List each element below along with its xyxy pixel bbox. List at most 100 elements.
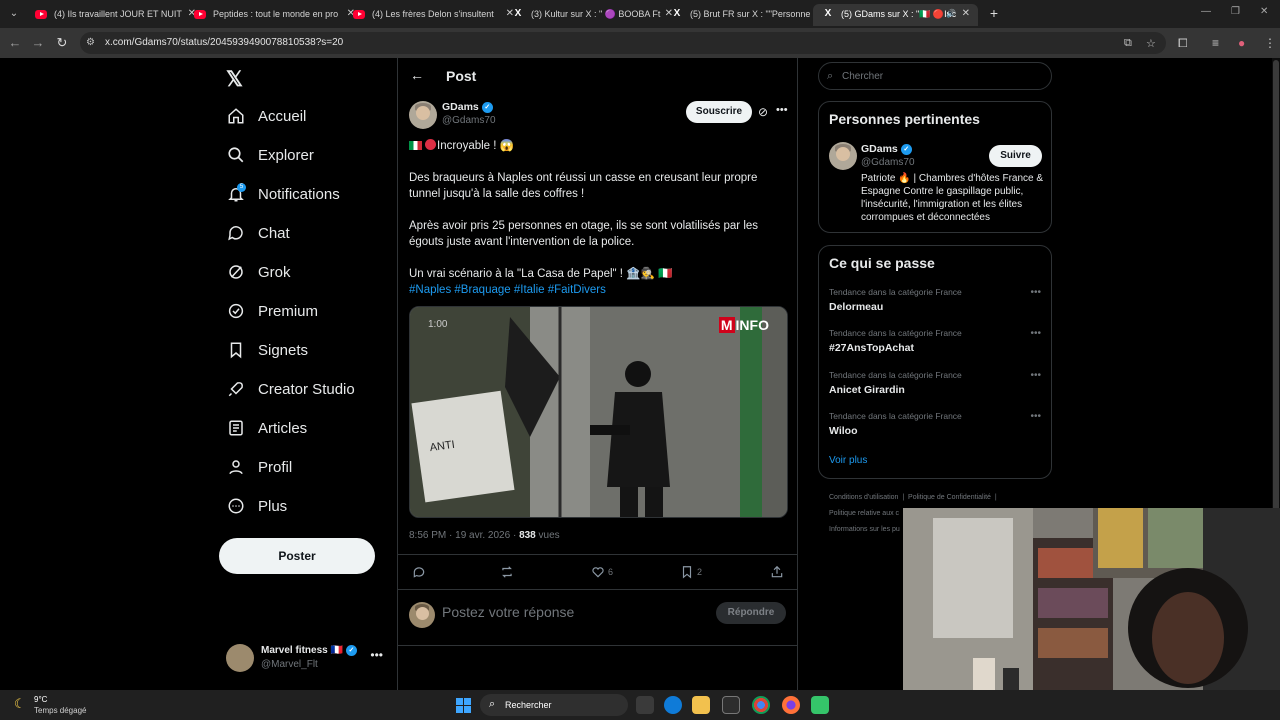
author-handle[interactable]: @Gdams70 [442,115,496,126]
site-info-icon[interactable]: ⚙ [86,37,98,49]
account-switcher[interactable]: Marvel fitness 🇫🇷 ✓ @Marvel_Flt ••• [226,642,388,682]
nav-bookmarks[interactable]: Signets [222,333,308,367]
nav-label: Accueil [258,107,307,125]
more-icon[interactable]: ••• [776,104,788,116]
browser-tab[interactable]: (4) Ils travaillent JOUR ET NUIT ✕ [26,4,204,26]
maximize-icon[interactable]: ❐ [1231,6,1240,17]
nav-home[interactable]: Accueil [222,99,306,133]
post-timestamp[interactable]: 8:56 PM · 19 avr. 2026 · [409,530,519,541]
back-icon[interactable]: ← [6,34,24,52]
grok-icon [222,261,250,283]
more-icon[interactable]: ••• [370,648,383,662]
nav-more[interactable]: Plus [222,489,287,523]
reply-submit-button[interactable]: Répondre [716,602,786,624]
browser-tab[interactable]: (4) Les frères Delon s'insultent ✕ [344,4,522,26]
tab-title: (5) Brut FR sur X : ""Personne n [690,9,818,19]
reply-input[interactable]: Postez votre réponse [442,604,574,620]
ads-info-link[interactable]: Informations sur les pu [829,526,900,533]
search-input[interactable]: ⌕ Chercher [818,62,1052,90]
taskbar-search-label: Rechercher [505,700,552,710]
see-more-link[interactable]: Voir plus [829,455,867,466]
post-hashtags[interactable]: #Naples #Braquage #Italie #FaitDivers [409,282,779,298]
browser-menu-icon[interactable]: ⋮ [1264,36,1276,50]
install-app-icon[interactable]: ⧉ [1124,37,1132,50]
weather-description[interactable]: Temps dégagé [34,706,86,715]
trend-item[interactable]: Tendance dans la catégorie France Anicet… [829,370,1043,404]
tab-close-icon[interactable]: ✕ [962,4,970,24]
author-avatar[interactable] [409,101,437,129]
tab-search-button[interactable]: ⌄ [5,5,23,23]
trend-item[interactable]: Tendance dans la catégorie France #27Ans… [829,328,1043,362]
firefox-icon[interactable] [782,696,800,714]
nav-profile[interactable]: Profil [222,450,292,484]
taskbar-search[interactable]: ⌕ Rechercher [480,694,628,716]
panel-title: Ce qui se passe [829,255,935,271]
reply-button[interactable] [412,565,429,579]
privacy-link[interactable]: Politique de Confidentialité [908,494,991,501]
edge-icon[interactable] [664,696,682,714]
forward-icon[interactable]: → [29,34,47,52]
reload-icon[interactable]: ↻ [53,34,71,52]
panel-title: Personnes pertinentes [829,111,980,127]
moon-weather-icon[interactable]: ☾ [14,696,26,712]
nav-notifications[interactable]: 5 Notifications [222,177,340,211]
bookmark-star-icon[interactable]: ☆ [1146,37,1156,50]
windows-start-icon[interactable] [456,698,471,713]
post-button[interactable]: Poster [219,538,375,574]
reply-icon [413,567,425,578]
nav-articles[interactable]: Articles [222,411,307,445]
minimize-icon[interactable]: — [1201,6,1211,17]
like-button[interactable]: 6 [591,565,613,579]
speaker-icon[interactable]: 🔊 [946,4,956,24]
weather-temperature[interactable]: 9°C [34,695,47,704]
chrome-icon[interactable] [752,696,770,714]
nav-grok[interactable]: Grok [222,255,291,289]
trends-panel: Ce qui se passe Tendance dans la catégor… [818,245,1052,479]
tab-title: (4) Les frères Delon s'insultent [372,9,494,19]
browser-tab-active[interactable]: X (5) GDams sur X : "🇮🇹 🔴Inc 🔊 ✕ [813,4,978,26]
cookies-link[interactable]: Politique relative aux c [829,510,899,517]
extensions-icon[interactable]: ⧠ [1178,36,1188,51]
file-explorer-icon[interactable] [692,696,710,714]
trend-item[interactable]: Tendance dans la catégorie France Delorm… [829,287,1043,321]
author-name[interactable]: GDams ✓ [442,101,493,113]
subscribe-button[interactable]: Souscrire [686,101,752,123]
follow-button[interactable]: Suivre [989,145,1042,167]
nav-creator-studio[interactable]: Creator Studio [222,372,355,406]
avatar[interactable] [829,142,857,170]
browser-tab[interactable]: X (3) Kultur sur X : " 🟣 BOOBA Ft ✕ [503,4,681,26]
media-control-icon[interactable]: ≡ [1212,36,1219,50]
url-text[interactable]: x.com/Gdams70/status/2045939490078810538… [105,37,343,48]
nav-premium[interactable]: Premium [222,294,318,328]
task-view-icon[interactable] [636,696,654,714]
store-icon[interactable] [722,696,740,714]
post-video[interactable]: ANTI 1:00 M INFO [409,306,788,518]
terms-link[interactable]: Conditions d'utilisation [829,494,898,501]
address-bar[interactable]: ⚙ x.com/Gdams70/status/20459394900788105… [80,32,1166,54]
new-tab-button[interactable]: + [984,4,1004,24]
nav-chat[interactable]: Chat [222,216,290,250]
relevant-name[interactable]: GDams ✓ [861,143,912,155]
more-icon[interactable]: ••• [1030,328,1041,339]
browser-tab[interactable]: Peptides : tout le monde en pro ✕ [185,4,363,26]
bookmark-button[interactable]: 2 [680,565,702,579]
share-button[interactable] [770,565,787,579]
relevant-handle[interactable]: @Gdams70 [861,157,915,168]
more-icon[interactable]: ••• [1030,287,1041,298]
notification-badge: 5 [237,183,246,192]
post-meta: 8:56 PM · 19 avr. 2026 · 838 vues [409,530,560,541]
more-icon[interactable]: ••• [1030,370,1041,381]
windows-taskbar: ☾ 9°C Temps dégagé ⌕ Rechercher [0,690,1280,720]
trend-item[interactable]: Tendance dans la catégorie France Wiloo … [829,411,1043,445]
profile-avatar-icon[interactable]: ● [1238,36,1245,50]
more-icon[interactable]: ••• [1030,411,1041,422]
like-count: 6 [608,567,614,577]
nav-explore[interactable]: Explorer [222,138,314,172]
x-logo-icon[interactable]: 𝕏 [226,67,243,92]
app-icon[interactable] [811,696,829,714]
trend-topic: #27AnsTopAchat [829,342,914,354]
close-window-icon[interactable]: ✕ [1260,6,1268,17]
repost-button[interactable] [500,565,517,579]
back-arrow-icon[interactable]: ← [410,67,424,83]
grok-icon[interactable]: ⊘ [758,105,768,119]
